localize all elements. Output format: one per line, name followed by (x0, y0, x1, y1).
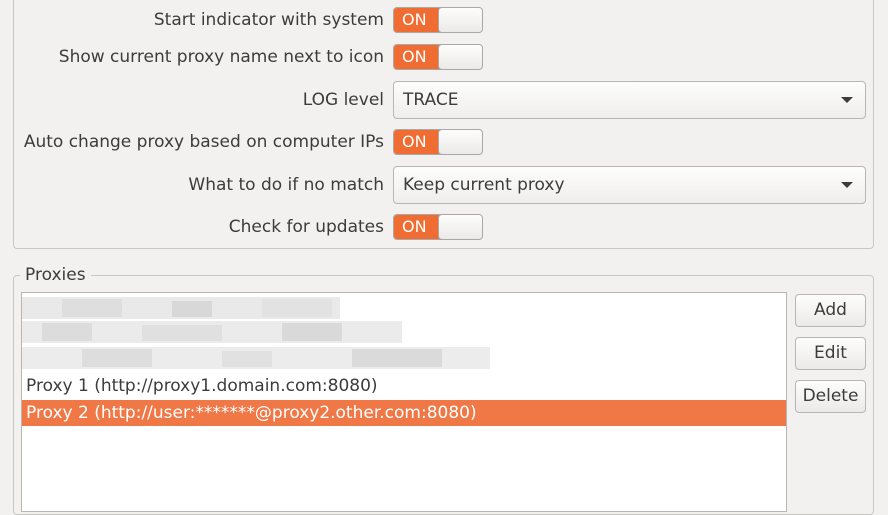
no-match-label: What to do if no match (188, 175, 384, 195)
proxy-item-1[interactable]: Proxy 1 (http://proxy1.domain.com:8080) (22, 373, 786, 399)
switch-state: ON (394, 8, 439, 32)
switch-knob[interactable] (438, 215, 482, 239)
check-updates-switch[interactable]: ON (393, 214, 483, 240)
chevron-down-icon (841, 182, 853, 188)
blurred-list-item[interactable] (22, 293, 492, 373)
start-indicator-switch[interactable]: ON (393, 7, 483, 33)
proxy-list[interactable]: Proxy 1 (http://proxy1.domain.com:8080) … (21, 292, 787, 512)
no-match-combo[interactable]: Keep current proxy (393, 166, 866, 204)
chevron-down-icon (841, 97, 853, 103)
switch-knob[interactable] (438, 8, 482, 32)
show-proxy-name-switch[interactable]: ON (393, 44, 483, 70)
edit-button[interactable]: Edit (795, 337, 866, 370)
switch-state: ON (394, 130, 439, 154)
start-indicator-label: Start indicator with system (153, 10, 384, 30)
switch-knob[interactable] (438, 45, 482, 69)
add-button[interactable]: Add (795, 294, 866, 327)
log-level-combo[interactable]: TRACE (393, 81, 866, 119)
switch-state: ON (394, 215, 439, 239)
log-level-label: LOG level (302, 90, 384, 110)
auto-change-label: Auto change proxy based on computer IPs (23, 132, 384, 152)
auto-change-switch[interactable]: ON (393, 129, 483, 155)
proxies-title: Proxies (20, 263, 91, 287)
delete-button[interactable]: Delete (795, 380, 866, 413)
proxy-item-2[interactable]: Proxy 2 (http://user:*******@proxy2.othe… (22, 400, 786, 426)
check-updates-label: Check for updates (228, 217, 384, 237)
switch-knob[interactable] (438, 130, 482, 154)
show-proxy-name-label: Show current proxy name next to icon (58, 47, 384, 67)
no-match-value: Keep current proxy (403, 175, 565, 195)
log-level-value: TRACE (403, 90, 459, 110)
switch-state: ON (394, 45, 439, 69)
